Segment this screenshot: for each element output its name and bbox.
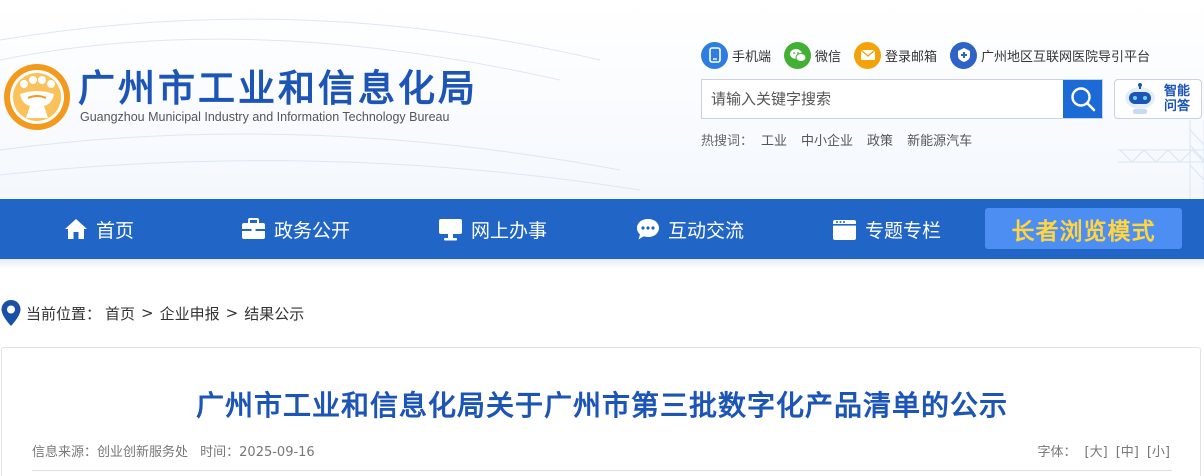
site-subtitle: Guangzhou Municipal Industry and Informa… xyxy=(80,110,450,124)
wechat-icon xyxy=(784,41,812,69)
font-size-label: 字体： xyxy=(1037,445,1077,460)
nav-item-government-affairs[interactable]: 政务公开 xyxy=(241,199,350,259)
breadcrumb-enterprise-declaration[interactable]: 企业申报 xyxy=(160,303,220,324)
nav-item-special-topics-label: 专题专栏 xyxy=(865,219,942,242)
article-panel: 广州市工业和信息化局关于广州市第三批数字化产品清单的公示 信息来源：创业创新服务… xyxy=(1,347,1201,476)
quicklink-mobile[interactable]: 手机端 xyxy=(701,41,772,69)
nav-item-home-label: 首页 xyxy=(96,219,135,242)
hot-search-words: 热搜词： 工业 中小企业 政策 新能源汽车 xyxy=(701,130,972,149)
quicklink-wechat-label: 微信 xyxy=(815,49,842,65)
ai-qa-label-line2: 问答 xyxy=(1164,99,1191,114)
breadcrumb-result-announcement[interactable]: 结果公示 xyxy=(244,303,304,324)
hotword-item[interactable]: 中小企业 xyxy=(801,130,853,149)
quicklink-hospital-label: 广州地区互联网医院导引平台 xyxy=(981,49,1151,65)
hotword-item[interactable]: 工业 xyxy=(761,130,787,149)
article-title: 广州市工业和信息化局关于广州市第三批数字化产品清单的公示 xyxy=(195,389,1008,422)
hotword-item[interactable]: 新能源汽车 xyxy=(907,130,972,149)
nav-item-interaction[interactable]: 互动交流 xyxy=(636,199,744,259)
nav-item-online-services[interactable]: 网上办事 xyxy=(438,199,547,259)
chat-bubble-icon xyxy=(636,218,660,241)
ai-qa-button[interactable]: 智能 问答 xyxy=(1114,79,1202,119)
quicklink-wechat[interactable]: 微信 xyxy=(784,41,842,69)
monitor-icon xyxy=(438,218,463,241)
location-pin-icon xyxy=(1,300,21,326)
nav-item-government-affairs-label: 政务公开 xyxy=(274,219,351,242)
font-size-small[interactable]: [小] xyxy=(1147,441,1170,460)
article-divider xyxy=(32,470,1172,471)
font-size-large[interactable]: [大] xyxy=(1085,441,1108,460)
breadcrumb-home[interactable]: 首页 xyxy=(105,303,135,324)
nav-item-home[interactable]: 首页 xyxy=(64,199,134,259)
font-size-medium[interactable]: [中] xyxy=(1116,441,1139,460)
bureau-logo xyxy=(4,64,70,130)
article-source: 信息来源：创业创新服务处 xyxy=(32,445,189,460)
quicklink-mobile-label: 手机端 xyxy=(732,49,772,65)
robot-icon xyxy=(1125,83,1155,114)
font-size-controls: 字体： [大] [中] [小] xyxy=(1038,441,1170,460)
elder-mode-button[interactable]: 长者浏览模式 xyxy=(985,208,1182,249)
breadcrumb: 当前位置： 首页 > 企业申报 > 结果公示 xyxy=(0,298,304,328)
search-input[interactable] xyxy=(702,80,1063,118)
breadcrumb-separator: > xyxy=(225,304,239,322)
hotword-item[interactable]: 政策 xyxy=(867,130,893,149)
search-box xyxy=(701,79,1103,119)
mail-icon xyxy=(854,41,882,69)
quick-links: 手机端 微信 登录邮箱 广州地区互联网医院导引平台 xyxy=(701,41,1150,69)
breadcrumb-label: 当前位置： xyxy=(26,304,102,323)
nav-shadow xyxy=(0,259,1204,269)
search-button[interactable] xyxy=(1063,80,1102,118)
ai-qa-label-line1: 智能 xyxy=(1164,84,1191,99)
article-time: 时间：2025-09-16 xyxy=(200,445,315,460)
search-icon xyxy=(1070,87,1095,112)
briefcase-icon xyxy=(241,218,266,240)
article-meta: 信息来源：创业创新服务处 时间：2025-09-16 xyxy=(32,441,323,460)
nav-item-special-topics[interactable]: 专题专栏 xyxy=(832,199,941,259)
nav-item-online-services-label: 网上办事 xyxy=(471,219,548,242)
hospital-shield-icon xyxy=(950,41,978,69)
hotwords-label: 热搜词： xyxy=(701,134,754,149)
main-navigation: 首页 政务公开 网上办事 互动交流 专题专栏 长者浏览模式 xyxy=(0,199,1204,259)
home-icon xyxy=(64,218,88,240)
mobile-icon xyxy=(701,41,728,69)
breadcrumb-separator: > xyxy=(141,304,154,322)
site-header: 广州市工业和信息化局 Guangzhou Municipal Industry … xyxy=(0,0,1204,199)
site-title: 广州市工业和信息化局 xyxy=(78,67,478,110)
quicklink-email[interactable]: 登录邮箱 xyxy=(854,41,938,69)
calendar-icon xyxy=(832,217,857,241)
quicklink-hospital-platform[interactable]: 广州地区互联网医院导引平台 xyxy=(950,41,1151,69)
quicklink-email-label: 登录邮箱 xyxy=(885,49,938,65)
nav-item-interaction-label: 互动交流 xyxy=(668,219,745,242)
